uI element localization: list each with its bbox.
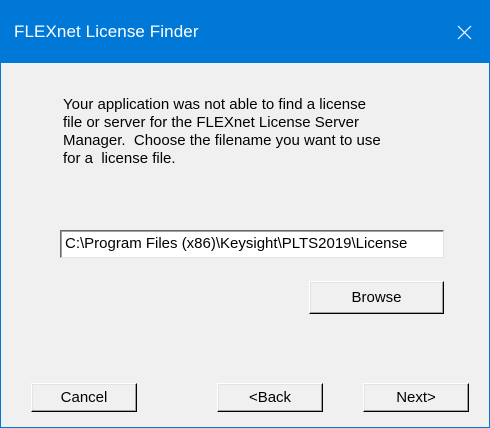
license-path-value: C:\Program Files (x86)\Keysight\PLTS2019… bbox=[65, 235, 408, 252]
dialog-message: Your application was not able to find a … bbox=[63, 96, 381, 167]
browse-button[interactable]: Browse bbox=[309, 281, 444, 314]
back-button[interactable]: <Back bbox=[217, 383, 323, 412]
next-button[interactable]: Next> bbox=[363, 383, 469, 412]
next-button-label: Next> bbox=[396, 389, 436, 406]
browse-button-label: Browse bbox=[351, 289, 402, 306]
license-path-input[interactable]: C:\Program Files (x86)\Keysight\PLTS2019… bbox=[60, 230, 444, 258]
cancel-button-label: Cancel bbox=[60, 389, 108, 406]
window-title: FLEXnet License Finder bbox=[14, 22, 199, 41]
close-icon bbox=[457, 25, 472, 40]
title-bar[interactable]: FLEXnet License Finder bbox=[1, 1, 489, 63]
cancel-button[interactable]: Cancel bbox=[31, 383, 137, 412]
license-finder-dialog: FLEXnet License Finder Your application … bbox=[0, 0, 490, 428]
close-button[interactable] bbox=[441, 1, 489, 63]
back-button-label: <Back bbox=[248, 389, 292, 406]
